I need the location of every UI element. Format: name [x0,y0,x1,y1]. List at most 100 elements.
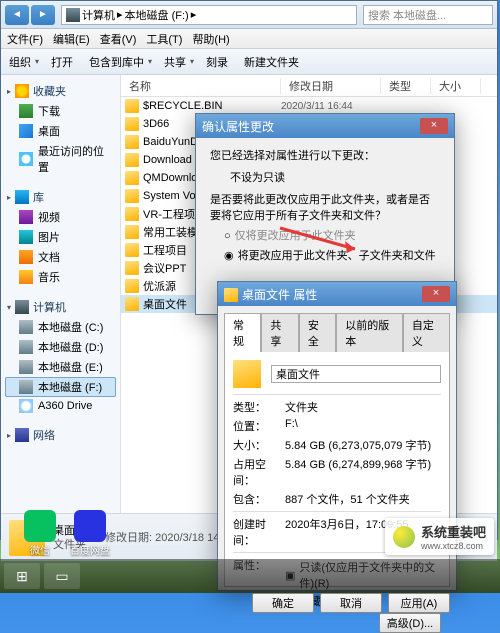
folder-icon [125,207,139,221]
folder-icon [125,225,139,239]
confirm-titlebar[interactable]: 确认属性更改 × [196,114,454,138]
cloud-icon [19,399,33,413]
addr-seg-computer[interactable]: 计算机 [82,7,115,23]
explorer-titlebar: ◄ ► 计算机 ▸ 本地磁盘 (F:) ▸ 搜索 本地磁盘... [1,1,497,29]
props-tabs: 常规 共享 安全 以前的版本 自定义 [218,306,456,351]
close-button[interactable]: × [420,118,448,134]
sb-drive-f[interactable]: 本地磁盘 (F:) [5,377,116,397]
sb-libraries[interactable]: ▸库 [5,187,116,207]
props-titlebar[interactable]: 桌面文件 属性 × [218,282,456,306]
star-icon [15,84,29,98]
music-icon [19,270,33,284]
nav-back-button[interactable]: ◄ [5,5,29,25]
folder-icon [125,135,139,149]
document-icon [19,250,33,264]
radio-this-folder-only[interactable]: ○仅将更改应用于此文件夹 [224,228,440,244]
sb-computer[interactable]: ▾计算机 [5,297,116,317]
tab-sharing[interactable]: 共享 [261,313,298,352]
menu-file[interactable]: 文件(F) [7,31,43,47]
advanced-button[interactable]: 高级(D)... [379,613,441,633]
cmd-share[interactable]: 共享 [164,54,194,70]
nav-forward-button[interactable]: ► [31,5,55,25]
menu-bar: 文件(F) 编辑(E) 查看(V) 工具(T) 帮助(H) [1,29,497,49]
sb-documents[interactable]: 文档 [5,247,116,267]
folder-icon [125,171,139,185]
tab-general[interactable]: 常规 [224,313,261,352]
cmd-organize[interactable]: 组织 [9,54,39,70]
folder-icon [125,117,139,131]
video-icon [19,210,33,224]
tab-customize[interactable]: 自定义 [403,313,450,352]
folder-name-input[interactable] [271,365,441,383]
cmd-newfolder[interactable]: 新建文件夹 [244,54,303,70]
col-date[interactable]: 修改日期 [281,78,381,94]
cmd-burn[interactable]: 刻录 [206,54,232,70]
close-button[interactable]: × [422,286,450,302]
desktop-shortcut-baidu[interactable]: 百度网盘 [70,510,110,557]
address-bar[interactable]: 计算机 ▸ 本地磁盘 (F:) ▸ [61,5,357,25]
folder-icon [125,279,139,293]
sb-drive-d[interactable]: 本地磁盘 (D:) [5,337,116,357]
sb-drive-e[interactable]: 本地磁盘 (E:) [5,357,116,377]
col-size[interactable]: 大小 [431,78,481,94]
prop-type: 文件夹 [285,399,441,415]
search-input[interactable]: 搜索 本地磁盘... [363,5,493,25]
sb-desktop[interactable]: 桌面 [5,121,116,141]
picture-icon [19,230,33,244]
folder-icon [125,99,139,113]
prop-contains: 887 个文件，51 个文件夹 [285,491,441,507]
sb-favorites[interactable]: ▸收藏夹 [5,81,116,101]
sb-downloads[interactable]: 下载 [5,101,116,121]
cmd-include[interactable]: 包含到库中 [89,54,152,70]
addr-seg-drive[interactable]: 本地磁盘 (F:) [125,7,189,23]
folder-icon [233,360,261,388]
folder-icon [125,297,139,311]
desktop-icon [19,124,33,138]
nav-pane: ▸收藏夹 下载 桌面 最近访问的位置 ▸库 视频 图片 文档 音乐 ▾计算机 本… [1,75,121,513]
drive-icon [19,320,33,334]
sb-drive-c[interactable]: 本地磁盘 (C:) [5,317,116,337]
download-icon [19,104,33,118]
desktop-shortcut-wechat[interactable]: 微信 [20,510,60,557]
folder-icon [224,288,238,302]
radio-icon: ◉ [224,248,234,264]
command-bar: 组织 打开 包含到库中 共享 刻录 新建文件夹 [1,49,497,75]
confirm-question: 是否要将此更改仅应用于此文件夹，或者是否要将它应用于所有子文件夹和文件？ [210,192,440,224]
sb-network[interactable]: ▸网络 [5,425,116,445]
details-meta: 修改日期: 2020/3/18 14:45 [105,531,235,545]
computer-icon [15,300,29,314]
tab-previous[interactable]: 以前的版本 [336,313,403,352]
prop-size: 5.84 GB (6,273,075,079 字节) [285,437,441,453]
prop-disk: 5.84 GB (6,274,899,968 字节) [285,456,441,488]
radio-all-subfolders[interactable]: ◉将更改应用于此文件夹、子文件夹和文件 [224,248,440,264]
sb-music[interactable]: 音乐 [5,267,116,287]
prop-location: F:\ [285,418,441,434]
folder-icon [125,261,139,275]
library-icon [15,190,29,204]
folder-icon [125,189,139,203]
confirm-line1: 您已经选择对属性进行以下更改： [210,148,440,164]
drive-icon [19,380,33,394]
menu-help[interactable]: 帮助(H) [192,31,229,47]
taskbar-explorer[interactable]: ▭ [44,563,80,589]
start-button[interactable]: ⊞ [4,563,40,589]
taskbar: ⊞ ▭ [0,559,500,593]
props-ok-button[interactable]: 确定 [252,593,314,613]
menu-edit[interactable]: 编辑(E) [53,31,90,47]
radio-icon: ○ [224,228,231,244]
drive-icon [19,360,33,374]
col-type[interactable]: 类型 [381,78,431,94]
computer-icon [66,8,80,22]
col-name[interactable]: 名称 [121,78,281,94]
sb-pictures[interactable]: 图片 [5,227,116,247]
menu-view[interactable]: 查看(V) [100,31,137,47]
sb-recent[interactable]: 最近访问的位置 [5,141,116,177]
sb-videos[interactable]: 视频 [5,207,116,227]
tab-security[interactable]: 安全 [299,313,336,352]
props-apply-button[interactable]: 应用(A) [388,593,450,613]
props-cancel-button[interactable]: 取消 [320,593,382,613]
cmd-open[interactable]: 打开 [51,54,77,70]
clock-icon [19,152,33,166]
menu-tools[interactable]: 工具(T) [146,31,182,47]
sb-a360[interactable]: A360 Drive [5,397,116,415]
